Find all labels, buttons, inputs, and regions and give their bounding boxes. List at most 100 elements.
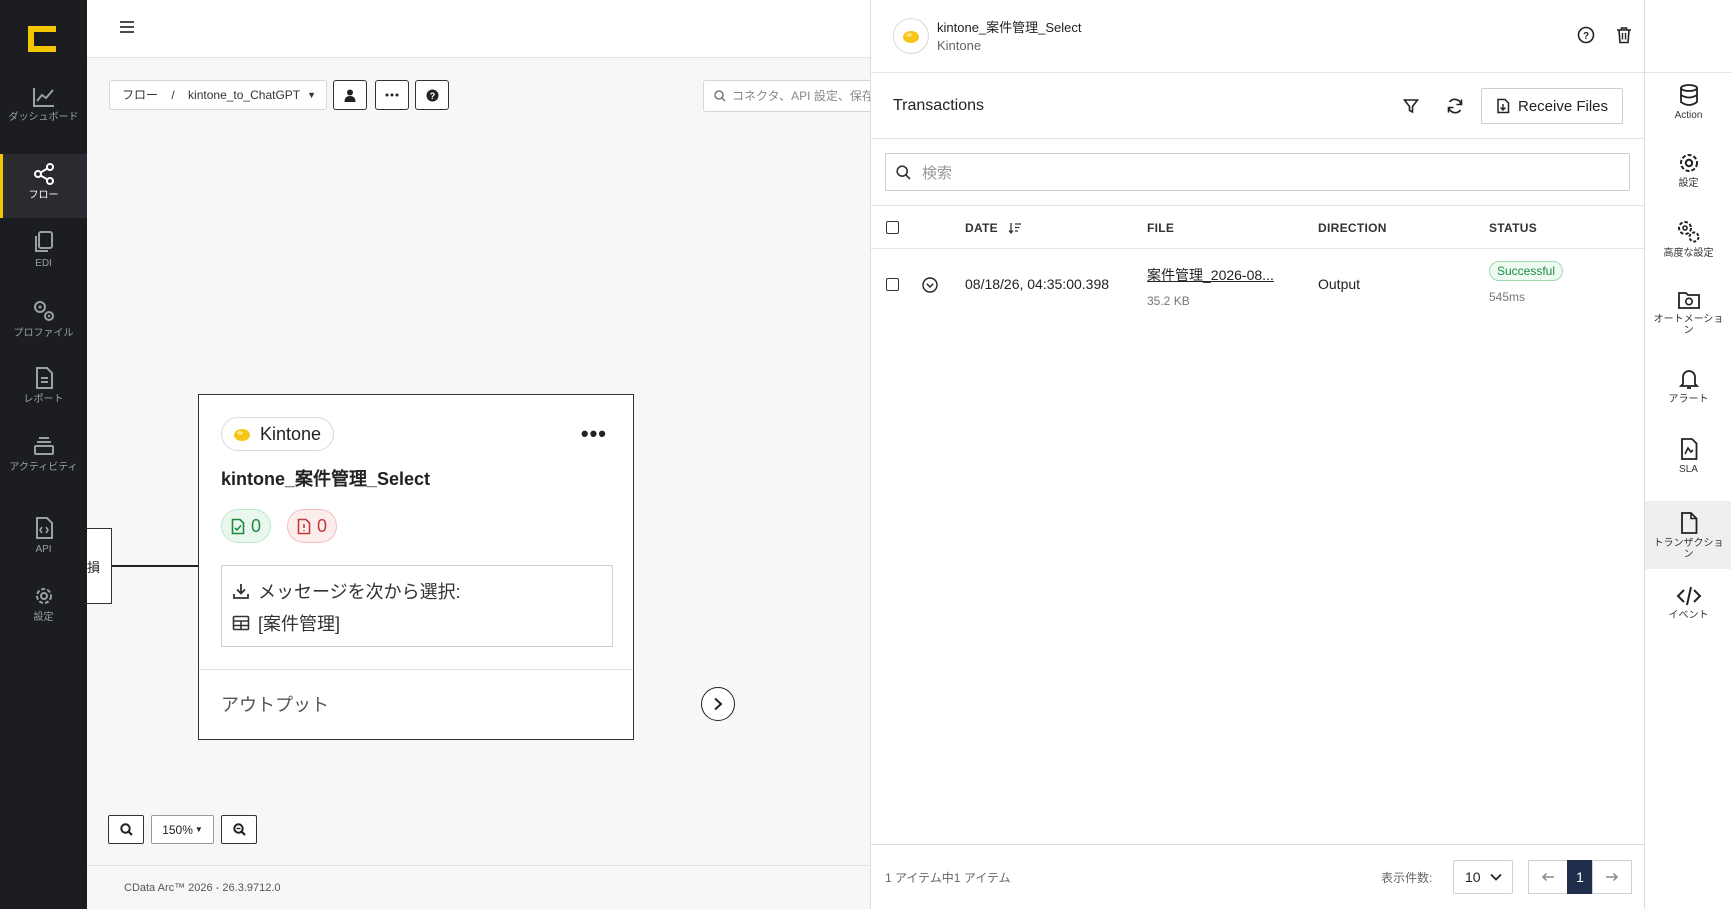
nav-label: API: [35, 544, 52, 555]
rail-item-action[interactable]: Action: [1645, 73, 1731, 141]
table-row[interactable]: 08/18/26, 04:35:00.398 案件管理_2026-08... 3…: [871, 249, 1645, 321]
message-source-box: メッセージを次から選択: [案件管理]: [221, 565, 613, 647]
report-icon: [35, 367, 53, 389]
filter-icon[interactable]: [1403, 98, 1419, 114]
nav-item-dashboard[interactable]: ダッシュボード: [0, 78, 87, 142]
help-circle-icon[interactable]: ?: [1577, 26, 1595, 44]
rail-item-transactions[interactable]: トランザクション: [1645, 501, 1731, 569]
nav-item-api[interactable]: API: [0, 508, 87, 572]
trash-icon[interactable]: [1616, 26, 1632, 44]
nav-item-edi[interactable]: EDI: [0, 222, 87, 286]
left-nav: ダッシュボード フロー EDI プロファイル レポート アクティビティ API …: [0, 0, 87, 909]
page-button-current[interactable]: 1: [1567, 860, 1593, 894]
documents-icon: [34, 231, 53, 252]
prev-page-button[interactable]: [1528, 860, 1568, 894]
zoom-in-button[interactable]: [108, 815, 144, 844]
ellipsis-icon: [385, 93, 399, 97]
file-icon: [1680, 512, 1697, 534]
nav-item-profile[interactable]: プロファイル: [0, 290, 87, 354]
chevron-right-icon: [714, 697, 723, 711]
rail-item-alerts[interactable]: アラート: [1645, 357, 1731, 425]
rail-item-automation[interactable]: オートメーション: [1645, 279, 1731, 347]
panel-header: kintone_案件管理_Select Kintone ?: [871, 0, 1707, 73]
message-source-label: メッセージを次から選択:: [258, 582, 461, 602]
pagination-bar: 1 アイテム中1 アイテム 表示件数: 10 1: [871, 844, 1645, 909]
cdata-logo-icon[interactable]: [26, 24, 58, 54]
help-button[interactable]: ?: [415, 80, 449, 110]
settings-rail: Action 設定 高度な設定 オートメーション アラート SLA トランザクシ…: [1644, 73, 1731, 909]
nav-item-flow[interactable]: フロー: [0, 154, 87, 218]
select-all-checkbox[interactable]: [886, 221, 899, 234]
file-check-icon: [231, 518, 245, 534]
rail-item-sla[interactable]: SLA: [1645, 427, 1731, 495]
kintone-logo-icon: [903, 31, 919, 43]
share-nodes-icon: [33, 163, 54, 185]
rail-top-spacer: [1644, 0, 1731, 73]
table-icon: [232, 615, 250, 631]
receive-files-button[interactable]: Receive Files: [1481, 88, 1623, 124]
column-direction[interactable]: DIRECTION: [1318, 221, 1387, 235]
svg-text:?: ?: [429, 91, 435, 101]
success-count: 0: [251, 515, 262, 536]
next-page-button[interactable]: [1592, 860, 1632, 894]
node-menu-icon[interactable]: •••: [581, 421, 607, 447]
output-port[interactable]: [701, 687, 735, 721]
kintone-node-card[interactable]: Kintone ••• kintone_案件管理_Select 0 0 メッセー…: [198, 394, 634, 740]
rail-label: 設定: [1678, 178, 1699, 189]
chart-line-icon: [32, 88, 54, 107]
per-page-select[interactable]: 10: [1453, 860, 1513, 894]
rail-label: オートメーション: [1653, 314, 1724, 336]
table-row: [案件管理]: [232, 610, 340, 636]
connector-type-label: Kintone: [260, 423, 322, 444]
caret-down-icon: ▼: [194, 825, 203, 834]
nav-item-report[interactable]: レポート: [0, 358, 87, 422]
node-title: kintone_案件管理_Select: [221, 469, 431, 489]
rail-item-events[interactable]: イベント: [1645, 575, 1731, 643]
more-button[interactable]: [375, 80, 409, 110]
table-label: [案件管理]: [258, 614, 341, 634]
svg-text:?: ?: [1583, 31, 1589, 42]
question-circle-icon: ?: [426, 89, 438, 101]
receive-files-label: Receive Files: [1517, 97, 1609, 115]
api-file-icon: [35, 517, 53, 539]
error-count-badge[interactable]: 0: [287, 509, 338, 543]
row-file-link[interactable]: 案件管理_2026-08...: [1147, 267, 1274, 283]
flow-selector[interactable]: フロー / kintone_to_ChatGPT ▼: [109, 80, 327, 110]
search-icon: [714, 90, 726, 102]
canvas-search-input[interactable]: コネクタ、API 設定、保存: [703, 80, 873, 112]
nav-label: フロー: [28, 190, 59, 201]
status-badge: Successful: [1489, 261, 1564, 281]
expand-circle-icon[interactable]: [922, 277, 938, 293]
row-direction: Output: [1318, 276, 1361, 292]
nav-item-activity[interactable]: アクティビティ: [0, 426, 87, 490]
refresh-icon[interactable]: [1446, 97, 1464, 115]
row-checkbox[interactable]: [886, 278, 899, 291]
zoom-out-button[interactable]: [221, 815, 257, 844]
transactions-search[interactable]: [885, 153, 1630, 191]
user-button[interactable]: [333, 80, 367, 110]
column-date[interactable]: DATE: [965, 221, 1022, 235]
version-text: CData Arc™ 2026 - 26.3.9712.0: [124, 882, 281, 894]
rail-item-settings[interactable]: 設定: [1645, 141, 1731, 209]
rail-label: アラート: [1668, 394, 1709, 405]
rail-item-advanced[interactable]: 高度な設定: [1645, 209, 1731, 277]
zoom-level: 150%: [162, 822, 193, 837]
nav-label: プロファイル: [13, 328, 74, 339]
success-count-badge[interactable]: 0: [221, 509, 272, 543]
upstream-node[interactable]: 損: [87, 528, 112, 604]
output-label: アウトプット: [221, 695, 329, 715]
gear-icon: [35, 588, 52, 604]
breadcrumb-root[interactable]: フロー: [122, 88, 158, 102]
column-file[interactable]: FILE: [1147, 221, 1174, 235]
flow-name: kintone_to_ChatGPT: [188, 88, 301, 102]
column-status[interactable]: STATUS: [1489, 221, 1537, 235]
zoom-level-select[interactable]: 150% ▼: [151, 815, 214, 844]
database-icon: [1679, 84, 1698, 106]
gear-icon: [1679, 154, 1698, 172]
hamburger-menu-icon[interactable]: [119, 20, 135, 34]
rail-label: 高度な設定: [1663, 248, 1714, 259]
transactions-search-input[interactable]: [922, 161, 1602, 185]
nav-item-settings[interactable]: 設定: [0, 576, 87, 640]
rail-label: SLA: [1679, 464, 1698, 475]
transactions-header: Transactions Receive Files: [871, 73, 1645, 139]
